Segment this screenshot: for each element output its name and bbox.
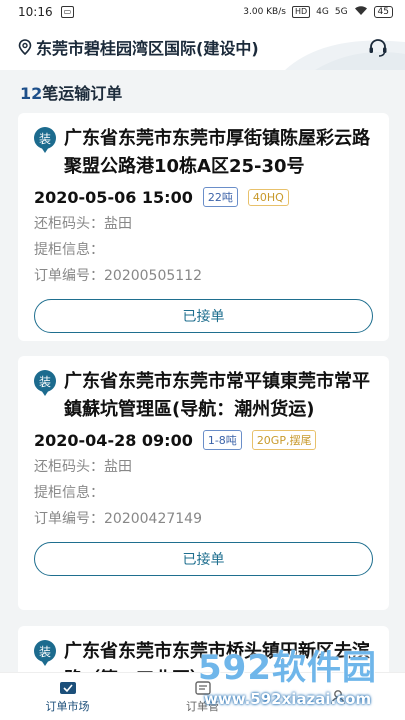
return-terminal-line: 还柜码头：盐田	[34, 215, 373, 233]
pickup-info-label: 提柜信息：	[34, 485, 104, 501]
order-count-label: 笔运输订单	[42, 84, 123, 103]
tab-order-management-label: 订单管	[186, 699, 219, 713]
location-pin-icon	[18, 39, 32, 55]
order-address: 广东省东莞市东莞市桥头镇田新区去滨路（篇一工业园）	[64, 641, 370, 672]
tab-profile[interactable]	[270, 673, 405, 720]
weight-tag: 1-8吨	[202, 430, 242, 450]
order-card[interactable]: 装 广东省东莞市东莞市厚街镇陈屋彩云路聚盟公路港10栋A区25-30号 2020…	[18, 113, 389, 341]
pickup-info-label: 提柜信息：	[34, 242, 104, 258]
hd-indicator: HD	[291, 6, 311, 18]
tab-order-management[interactable]: 订单管	[135, 673, 270, 720]
status-bar: 10:16 ▭ 3.00 KB/s HD 4G 5G 45	[0, 0, 405, 24]
tab-order-market[interactable]: 订单市场	[0, 673, 135, 720]
accepted-order-button[interactable]: 已接单	[34, 299, 373, 333]
return-terminal-value: 盐田	[104, 459, 132, 475]
order-card[interactable]: 装 广东省东莞市东莞市桥头镇田新区去滨路（篇一工业园）	[18, 626, 389, 672]
container-tag: 20GP,摆尾	[251, 430, 317, 450]
signal-4g: 4G	[316, 7, 329, 17]
pickup-info-line: 提柜信息：	[34, 484, 373, 502]
order-number-line: 订单编号：20200505112	[34, 267, 373, 285]
order-count: 12	[20, 84, 43, 103]
container-tag: 40HQ	[247, 188, 289, 206]
wifi-icon	[354, 5, 368, 19]
load-badge-icon: 装	[34, 640, 56, 666]
order-management-icon	[194, 680, 211, 695]
app-header: 东莞市碧桂园湾区国际(建设中)	[0, 24, 405, 70]
tab-order-market-label: 订单市场	[45, 699, 90, 713]
location-selector[interactable]: 东莞市碧桂园湾区国际(建设中)	[18, 35, 259, 59]
net-speed: 3.00 KB/s	[243, 7, 286, 17]
status-time: 10:16	[18, 5, 53, 19]
pickup-info-line: 提柜信息：	[34, 241, 373, 259]
battery-indicator: 45	[373, 6, 393, 18]
signal-5g: 5G	[334, 7, 348, 17]
return-terminal-label: 还柜码头：	[34, 216, 104, 232]
profile-icon	[330, 689, 345, 704]
order-datetime: 2020-05-06 15:00	[34, 187, 193, 207]
order-address: 广东省东莞市东莞市常平镇東莞市常平鎮蘇坑管理區(导航：潮州货运)	[64, 371, 370, 420]
order-address: 广东省东莞市东莞市厚街镇陈屋彩云路聚盟公路港10栋A区25-30号	[64, 128, 370, 177]
order-number-line: 订单编号：20200427149	[34, 510, 373, 528]
return-terminal-value: 盐田	[104, 216, 132, 232]
return-terminal-label: 还柜码头：	[34, 459, 104, 475]
order-market-icon	[59, 681, 76, 694]
accepted-order-button[interactable]: 已接单	[34, 542, 373, 576]
order-count-summary: 12笔运输订单	[0, 70, 405, 106]
bottom-tab-bar: 订单市场 订单管	[0, 672, 405, 720]
weight-tag: 22吨	[202, 187, 238, 207]
order-number-value: 20200427149	[104, 511, 202, 527]
order-number-label: 订单编号：	[34, 268, 104, 284]
order-card[interactable]: 装 广东省东莞市东莞市常平镇東莞市常平鎮蘇坑管理區(导航：潮州货运) 2020-…	[18, 356, 389, 610]
customer-service-headset-icon[interactable]	[367, 36, 389, 58]
gallery-notification-icon: ▭	[60, 6, 75, 18]
order-datetime: 2020-04-28 09:00	[34, 430, 193, 450]
order-number-label: 订单编号：	[34, 511, 104, 527]
location-label: 东莞市碧桂园湾区国际(建设中)	[36, 39, 259, 58]
return-terminal-line: 还柜码头：盐田	[34, 458, 373, 476]
load-badge-icon: 装	[34, 127, 56, 153]
load-badge-icon: 装	[34, 370, 56, 396]
order-number-value: 20200505112	[104, 268, 202, 284]
